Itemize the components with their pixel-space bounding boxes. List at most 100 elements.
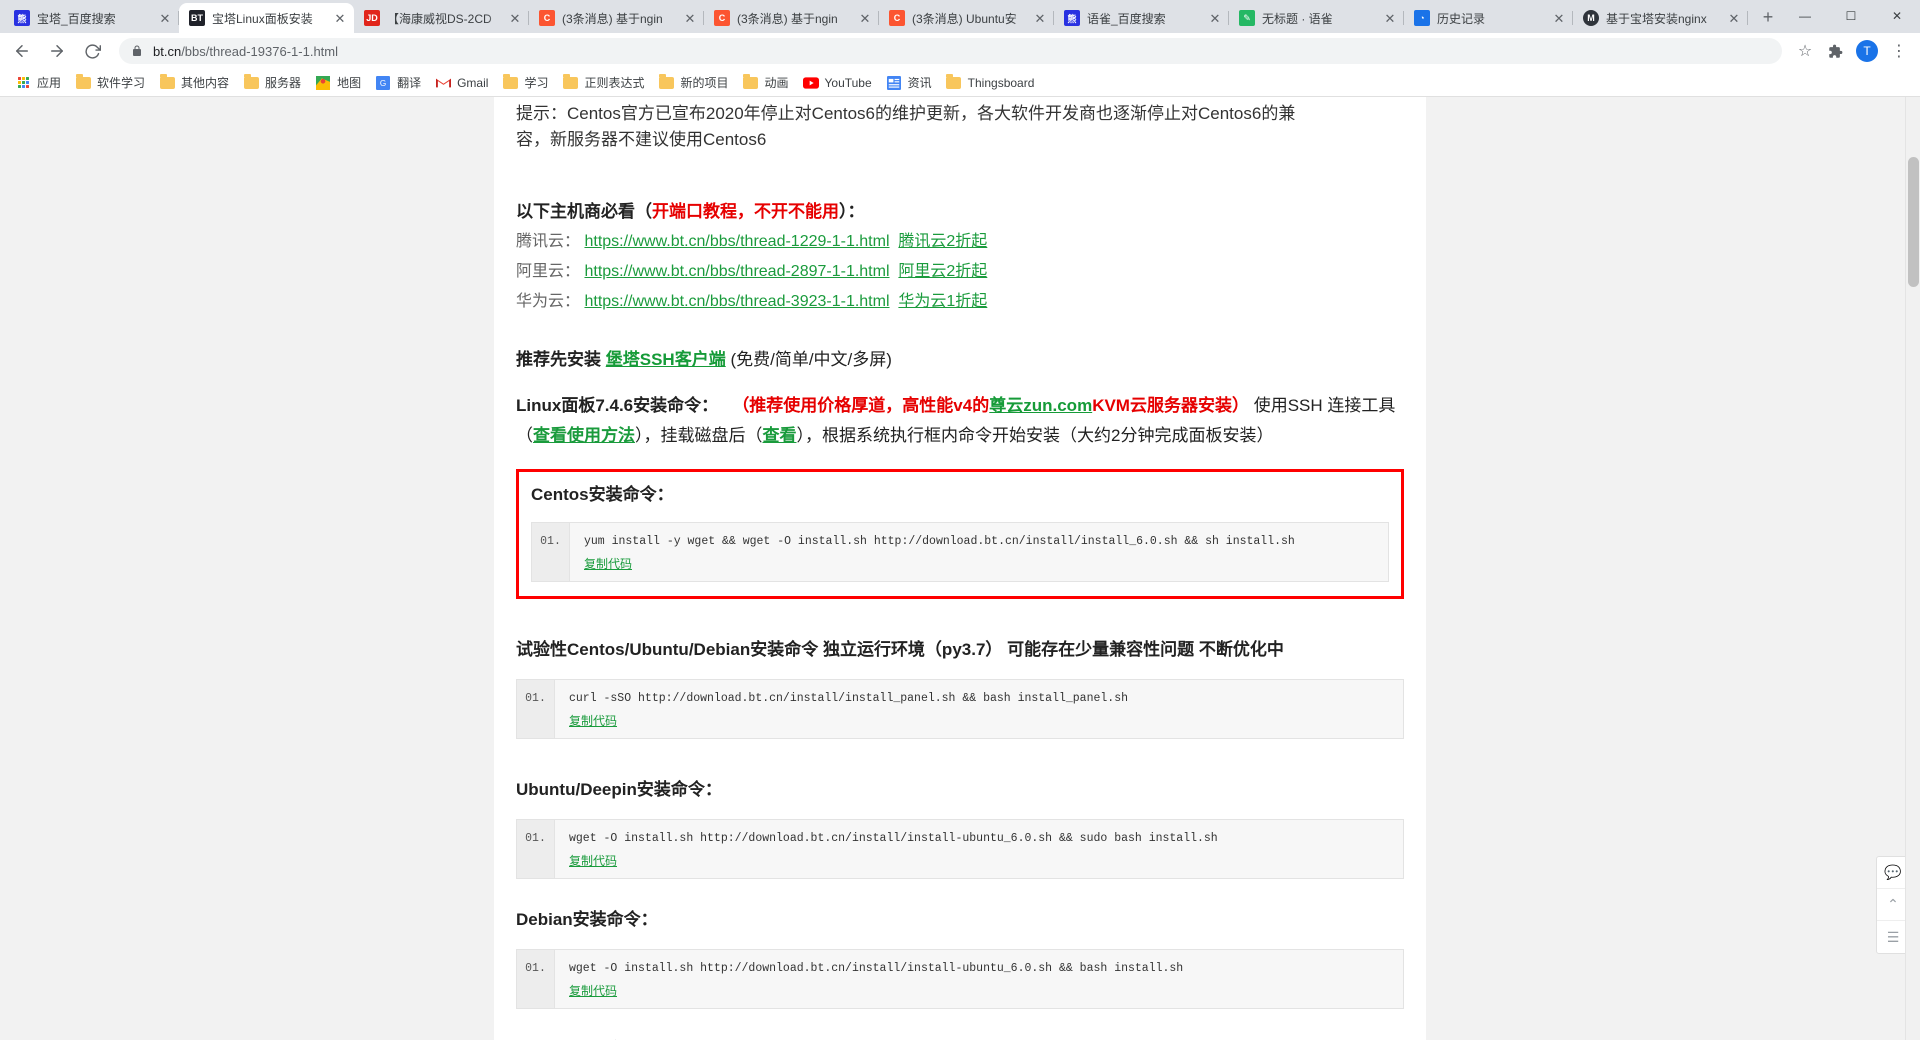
zun-com-link[interactable]: 尊云zun.com (989, 396, 1092, 415)
close-icon[interactable]: ✕ (1382, 10, 1398, 26)
view-link-2[interactable]: 查看 (763, 426, 797, 445)
code-command-debian[interactable]: wget -O install.sh http://download.bt.cn… (569, 962, 1391, 976)
extensions-icon[interactable] (1822, 38, 1848, 64)
code-line-number: 01. (517, 950, 555, 1008)
browser-tab-active[interactable]: BT 宝塔Linux面板安装 ✕ (179, 3, 354, 33)
browser-tab[interactable]: C (3条消息) Ubuntu安 ✕ (879, 3, 1054, 33)
recommend-prefix: 推荐先安装 (516, 350, 601, 369)
browser-tab[interactable]: 熊 语雀_百度搜索 ✕ (1054, 3, 1229, 33)
google-maps-icon (315, 75, 331, 91)
svg-text:G: G (380, 78, 386, 87)
copy-code-link[interactable]: 复制代码 (569, 712, 617, 729)
folder-icon (243, 73, 259, 91)
reload-icon[interactable] (78, 37, 106, 65)
browser-window: 熊 宝塔_百度搜索 ✕ BT 宝塔Linux面板安装 ✕ JD 【海康威视DS-… (0, 0, 1920, 1040)
code-block-centos: 01. yum install -y wget && wget -O insta… (531, 522, 1389, 582)
browser-tab[interactable]: M 基于宝塔安装nginx ✕ (1573, 3, 1748, 33)
avatar[interactable]: T (1856, 40, 1878, 62)
bookmark-label: Thingsboard (967, 75, 1035, 90)
bookmark-gmail[interactable]: Gmail (428, 73, 495, 93)
browser-menu-icon[interactable]: ⋮ (1886, 38, 1912, 64)
close-icon[interactable]: ✕ (1032, 10, 1048, 26)
tab-title: 宝塔Linux面板安装 (212, 11, 313, 26)
scrollbar-thumb[interactable] (1908, 157, 1919, 287)
bookmark-item[interactable]: 学习 (495, 72, 555, 93)
host-link[interactable]: https://www.bt.cn/bbs/thread-3923-1-1.ht… (584, 293, 889, 310)
close-icon[interactable]: ✕ (1207, 10, 1223, 26)
browser-tab[interactable]: C (3条消息) 基于ngin ✕ (529, 3, 704, 33)
code-line-number: 01. (532, 523, 570, 581)
bookmark-label: Gmail (457, 75, 489, 90)
copy-code-link[interactable]: 复制代码 (569, 982, 617, 999)
code-command-ubuntu-deepin[interactable]: wget -O install.sh http://download.bt.cn… (569, 832, 1391, 846)
hosts-heading-emphasis: 开端口教程，不开不能用 (652, 202, 839, 221)
host-link[interactable]: https://www.bt.cn/bbs/thread-1229-1-1.ht… (584, 233, 889, 250)
url-path: /bbs/thread-19376-1-1.html (181, 43, 338, 59)
close-icon[interactable]: ✕ (332, 10, 348, 26)
bookmark-item[interactable]: 正则表达式 (555, 72, 651, 93)
close-icon[interactable]: ✕ (507, 10, 523, 26)
bookmark-item[interactable]: 地图 (308, 72, 368, 93)
centos6-notice-line1: 提示：Centos官方已宣布2020年停止对Centos6的维护更新，各大软件开… (516, 104, 1296, 123)
bookmarks-bar: 应用 软件学习 其他内容 服务器 地图 G 翻译 Gmail 学习 正则表达式 … (0, 69, 1920, 97)
bookmark-youtube[interactable]: YouTube (796, 73, 879, 93)
close-icon[interactable]: ✕ (857, 10, 873, 26)
bookmark-label: 学习 (524, 76, 549, 90)
csdn-icon: C (889, 10, 905, 26)
paren-open: （ (635, 202, 652, 221)
gmail-icon (435, 75, 451, 91)
url-text: bt.cn/bbs/thread-19376-1-1.html (153, 44, 338, 59)
window-controls: — ☐ ✕ (1782, 0, 1920, 33)
toolbar-right: ☆ T ⋮ (1788, 38, 1912, 64)
bookmark-item[interactable]: 服务器 (236, 72, 308, 93)
yuque-icon: ✎ (1239, 10, 1255, 26)
ssh-client-link[interactable]: 堡塔SSH客户端 (606, 350, 726, 369)
back-icon[interactable] (8, 37, 36, 65)
maximize-button[interactable]: ☐ (1828, 0, 1874, 32)
csdn-icon: C (539, 10, 555, 26)
install-promo-red-1: （推荐使用价格厚道，高性能v4的 (732, 396, 990, 415)
browser-tab[interactable]: JD 【海康威视DS-2CD ✕ (354, 3, 529, 33)
address-bar[interactable]: bt.cn/bbs/thread-19376-1-1.html (119, 38, 1782, 64)
close-icon[interactable]: ✕ (1726, 10, 1742, 26)
code-line-number: 01. (517, 820, 555, 878)
bookmark-star-icon[interactable]: ☆ (1792, 38, 1818, 64)
history-icon: ◔ (1414, 10, 1430, 26)
host-promo-link[interactable]: 腾讯云2折起 (898, 233, 987, 250)
browser-tab[interactable]: 熊 宝塔_百度搜索 ✕ (4, 3, 179, 33)
host-promo-link[interactable]: 阿里云2折起 (898, 263, 987, 280)
host-promo-link[interactable]: 华为云1折起 (898, 293, 987, 310)
bookmark-item[interactable]: 动画 (735, 72, 795, 93)
close-window-button[interactable]: ✕ (1874, 0, 1920, 32)
browser-tab[interactable]: ✎ 无标题 · 语雀 ✕ (1229, 3, 1404, 33)
bookmark-item[interactable]: 资讯 (879, 72, 939, 93)
host-row-tencent: 腾讯云： https://www.bt.cn/bbs/thread-1229-1… (516, 227, 1404, 257)
new-tab-button[interactable]: + (1754, 3, 1782, 31)
folder-icon (742, 73, 758, 91)
close-icon[interactable]: ✕ (682, 10, 698, 26)
bookmark-label: 应用 (37, 76, 62, 90)
close-icon[interactable]: ✕ (157, 10, 173, 26)
bookmark-item[interactable]: 其他内容 (152, 72, 236, 93)
host-name: 阿里云： (516, 263, 581, 280)
bookmark-item[interactable]: Thingsboard (939, 73, 1042, 93)
browser-tab[interactable]: ◔ 历史记录 ✕ (1404, 3, 1573, 33)
bookmark-item[interactable]: 软件学习 (68, 72, 152, 93)
usage-link[interactable]: 使用方法 (567, 426, 635, 445)
bookmark-apps[interactable]: 应用 (8, 72, 68, 93)
code-command-experimental[interactable]: curl -sSO http://download.bt.cn/install/… (569, 692, 1391, 706)
page-scrollbar[interactable] (1905, 97, 1920, 1040)
close-icon[interactable]: ✕ (1551, 10, 1567, 26)
code-command-centos[interactable]: yum install -y wget && wget -O install.s… (584, 535, 1376, 549)
browser-tab[interactable]: C (3条消息) 基于ngin ✕ (704, 3, 879, 33)
minimize-button[interactable]: — (1782, 0, 1828, 32)
copy-code-link[interactable]: 复制代码 (569, 852, 617, 869)
folder-icon (946, 73, 962, 91)
install-text-3: ），根据系统执行框内命令开始安装（大约2分钟完成面板安装） (796, 426, 1274, 445)
bookmark-item[interactable]: 新的项目 (651, 72, 735, 93)
host-link[interactable]: https://www.bt.cn/bbs/thread-2897-1-1.ht… (584, 263, 889, 280)
view-link-1[interactable]: 查看 (533, 426, 567, 445)
copy-code-link[interactable]: 复制代码 (584, 555, 632, 572)
forward-icon[interactable] (43, 37, 71, 65)
bookmark-item[interactable]: G 翻译 (368, 72, 428, 93)
